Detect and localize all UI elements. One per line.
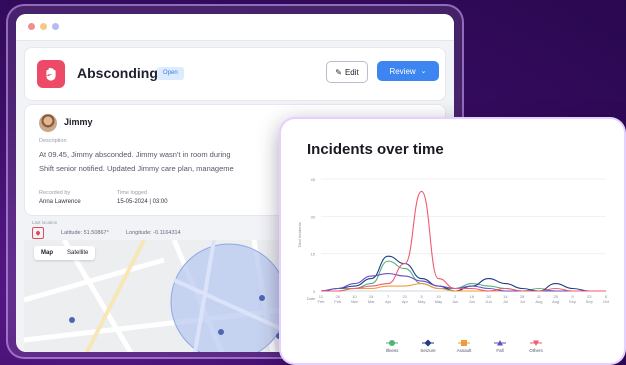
y-tick-label: 30 — [311, 214, 316, 219]
review-button-label: Review — [389, 66, 416, 76]
close-dot[interactable] — [28, 23, 35, 30]
x-tick-month: Apr — [385, 299, 392, 304]
legend-label-seizure: Seizure — [420, 348, 436, 353]
status-badge: Open — [157, 67, 184, 80]
x-tick-month: Jul — [520, 299, 525, 304]
window-titlebar — [16, 14, 454, 41]
x-tick-month: Mar — [368, 299, 376, 304]
incidents-chart-card: Incidents over time 0 15 30 45 Total Inciden… — [279, 117, 626, 365]
avatar — [39, 114, 57, 132]
latitude-text: Latitude: 51.50867° — [61, 230, 109, 236]
description-line-1: At 09.45, Jimmy absconded. Jimmy wasn't … — [39, 150, 231, 159]
review-button[interactable]: Review ⌄ — [377, 61, 439, 81]
x-first-label: Date — [307, 296, 316, 301]
recorded-by-value: Anna Lawrence — [39, 199, 81, 205]
incident-header: Absconding Open ✎ Edit Review ⌄ — [24, 47, 446, 101]
map-type-toggle: Map Satellite — [34, 246, 96, 260]
legend-label-fall: Fall — [496, 348, 503, 353]
map-tab[interactable]: Map — [34, 250, 60, 256]
legend-label-illness: Illness — [386, 348, 400, 353]
chevron-down-icon: ⌄ — [420, 68, 427, 75]
x-tick-month: May — [418, 299, 426, 304]
legend-marker-diamond — [424, 339, 432, 347]
edit-button-label: Edit — [344, 67, 359, 77]
x-tick-month: Jul — [503, 299, 508, 304]
x-tick-month: Sep — [586, 299, 594, 304]
description-label: Description — [39, 138, 67, 144]
hand-icon — [37, 60, 65, 88]
legend-label-assault: Assault — [457, 348, 473, 353]
minimize-dot[interactable] — [40, 23, 47, 30]
x-tick-month: Jun — [485, 299, 491, 304]
recorded-by-label: Recorded by — [39, 190, 71, 196]
location-label: Last location — [32, 220, 58, 225]
description-line-2: Shift senior notified. Updated Jimmy car… — [39, 164, 234, 173]
person-name: Jimmy — [64, 117, 93, 127]
legend-marker-circle — [389, 340, 395, 346]
longitude-text: Longitude: -0.1164314 — [126, 230, 181, 236]
y-tick-label: 45 — [311, 177, 316, 182]
map-pin-icon — [32, 227, 44, 239]
x-tick-month: Jun — [469, 299, 475, 304]
x-tick-month: May — [435, 299, 443, 304]
maximize-dot[interactable] — [52, 23, 59, 30]
edit-button[interactable]: ✎ Edit — [326, 61, 368, 83]
y-tick-label: 0 — [313, 289, 316, 294]
pencil-icon: ✎ — [335, 67, 342, 77]
satellite-tab[interactable]: Satellite — [60, 250, 95, 256]
x-tick-month: Mar — [351, 299, 359, 304]
incidents-line-chart: 0153045Total IncidentsDate 12Feb26Feb10Ma… — [297, 177, 610, 353]
x-tick-month: Sep — [569, 299, 577, 304]
x-tick-month: Aug — [552, 299, 559, 304]
legend-marker-square — [461, 340, 467, 346]
x-tick-month: Jun — [452, 299, 458, 304]
x-tick-month: Feb — [334, 299, 342, 304]
x-tick-month: Oct — [603, 299, 610, 304]
series-line-others — [320, 190, 606, 292]
x-tick-month: Feb — [318, 299, 326, 304]
time-logged-label: Time logged — [117, 190, 148, 196]
legend-label-others: Others — [529, 348, 543, 353]
y-tick-label: 15 — [311, 252, 316, 257]
x-tick-month: Aug — [535, 299, 542, 304]
page-title: Absconding — [77, 65, 158, 81]
y-axis-label: Total Incidents — [297, 222, 302, 248]
x-tick-month: Apr — [402, 299, 409, 304]
time-logged-value: 15-05-2024 | 03:00 — [117, 199, 168, 205]
